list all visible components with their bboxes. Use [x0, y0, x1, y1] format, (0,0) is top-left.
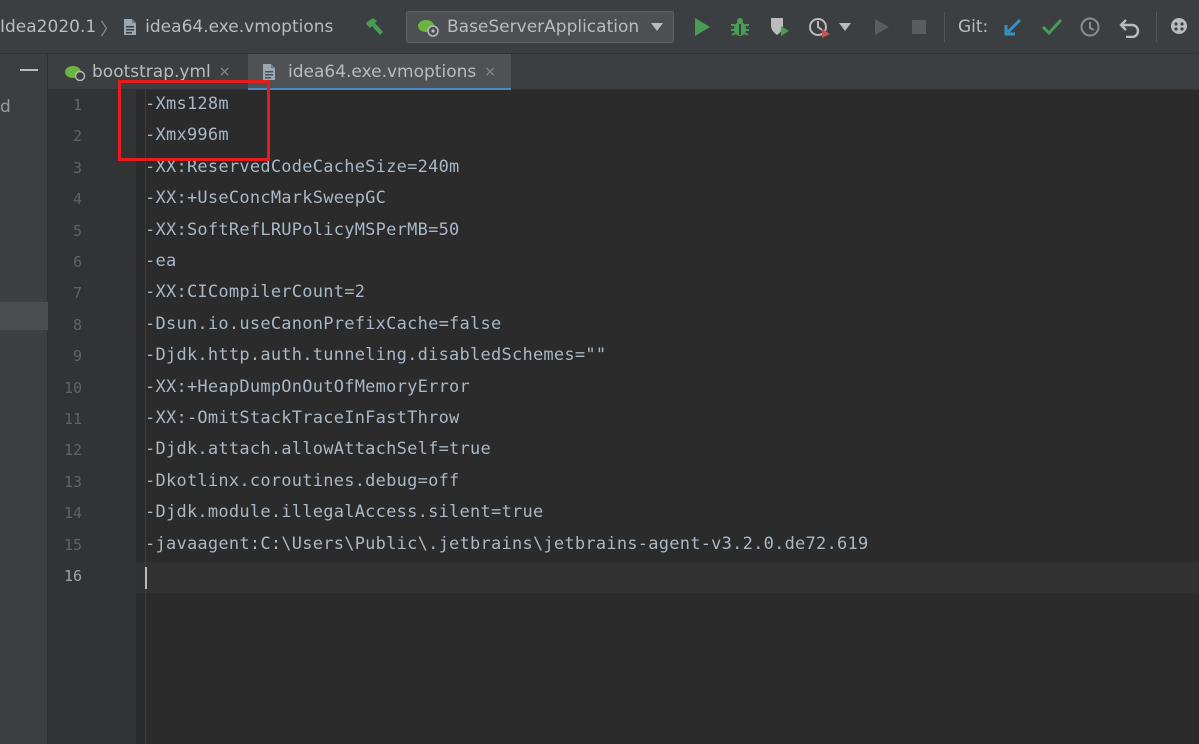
code-line[interactable]: -XX:-OmitStackTraceInFastThrow	[145, 408, 460, 428]
line-number: 15	[63, 535, 82, 554]
main-toolbar: Idea2020.1 〉 idea64.exe.vmoptions BaseSe…	[0, 0, 1199, 54]
current-line-highlight	[136, 562, 1199, 593]
line-number: 9	[72, 347, 82, 366]
code-line[interactable]: -javaagent:C:\Users\Public\.jetbrains\je…	[145, 534, 868, 554]
stop-icon	[907, 15, 931, 39]
breadcrumb-file[interactable]: idea64.exe.vmoptions	[145, 17, 333, 37]
breadcrumb-separator: 〉	[100, 19, 118, 40]
spring-leaf-icon	[64, 63, 86, 81]
git-commit-check-icon[interactable]	[1040, 15, 1064, 39]
spring-boot-icon	[417, 17, 439, 37]
code-line[interactable]: -Dsun.io.useCanonPrefixCache=false	[145, 314, 502, 334]
git-update-arrow-icon[interactable]	[1001, 15, 1025, 39]
line-number: 14	[63, 504, 82, 523]
line-number-gutter: 1 2 3 4 5 6 7 8 9 10 11 12 13 14 15 16	[48, 90, 136, 744]
line-number: 11	[63, 410, 82, 428]
line-number: 16	[63, 567, 82, 585]
code-line[interactable]: -ea	[145, 251, 176, 271]
code-editor[interactable]: 1 2 3 4 5 6 7 8 9 10 11 12 13 14 15 16 -Xms128m -Xmx996m…	[48, 80, 1199, 744]
project-tool-window: d	[0, 54, 48, 744]
code-line[interactable]: -Djdk.attach.allowAttachSelf=true	[145, 439, 491, 459]
chevron-down-icon[interactable]	[838, 20, 852, 34]
debug-bug-icon[interactable]	[727, 15, 753, 39]
toolbar-separator	[944, 12, 945, 42]
chevron-down-icon	[651, 23, 663, 31]
code-line[interactable]: -XX:SoftRefLRUPolicyMSPerMB=50	[145, 220, 460, 240]
line-number: 6	[72, 253, 82, 271]
code-line[interactable]: -XX:+HeapDumpOnOutOfMemoryError	[145, 377, 470, 397]
run-icon[interactable]	[690, 15, 714, 39]
line-number: 7	[72, 284, 82, 303]
text-caret	[145, 567, 147, 589]
run-config-dropdown[interactable]: BaseServerApplication	[406, 11, 674, 43]
breadcrumb: Idea2020.1 〉 idea64.exe.vmoptions	[0, 0, 333, 54]
code-line[interactable]: -XX:CICompilerCount=2	[145, 282, 365, 302]
tab-idea64-vmoptions[interactable]: idea64.exe.vmoptions ×	[248, 54, 511, 91]
code-line[interactable]: -Dkotlinx.coroutines.debug=off	[145, 471, 460, 491]
project-tree-selected-row[interactable]	[0, 302, 48, 330]
coverage-icon[interactable]	[766, 15, 792, 39]
line-number: 1	[72, 96, 82, 114]
run-config-label: BaseServerApplication	[447, 17, 640, 37]
code-line[interactable]: -Djdk.module.illegalAccess.silent=true	[145, 502, 543, 522]
file-icon	[123, 18, 137, 36]
git-label-wrap: Git:	[958, 0, 988, 54]
close-icon[interactable]: ×	[219, 64, 231, 80]
toolbar-separator	[1156, 12, 1157, 42]
line-number: 3	[72, 158, 82, 177]
code-line[interactable]: -XX:+UseConcMarkSweepGC	[145, 188, 386, 208]
line-number: 5	[72, 221, 82, 240]
tab-label: bootstrap.yml	[92, 62, 211, 82]
collapse-panel-icon[interactable]	[20, 69, 38, 71]
line-number: 2	[72, 127, 82, 146]
code-line[interactable]: -Djdk.http.auth.tunneling.disabledScheme…	[145, 345, 606, 365]
profiler-icon[interactable]	[806, 15, 834, 39]
build-hammer-icon[interactable]	[362, 14, 388, 40]
git-rollback-icon[interactable]	[1118, 15, 1142, 39]
file-icon	[262, 63, 276, 81]
breadcrumb-project[interactable]: Idea2020.1	[0, 17, 96, 37]
line-number: 10	[63, 378, 82, 397]
annotation-red-box	[118, 80, 270, 161]
search-everywhere-icon[interactable]	[1168, 15, 1194, 39]
line-number: 8	[72, 315, 82, 334]
git-history-clock-icon[interactable]	[1078, 15, 1102, 39]
tab-label: idea64.exe.vmoptions	[288, 62, 477, 82]
line-number: 13	[63, 472, 82, 491]
close-icon[interactable]: ×	[484, 64, 496, 80]
git-label: Git:	[958, 17, 989, 37]
project-tree-clipped-text: d	[0, 97, 11, 117]
resume-icon	[870, 15, 894, 39]
line-number: 4	[72, 190, 82, 209]
line-number: 12	[63, 441, 82, 460]
